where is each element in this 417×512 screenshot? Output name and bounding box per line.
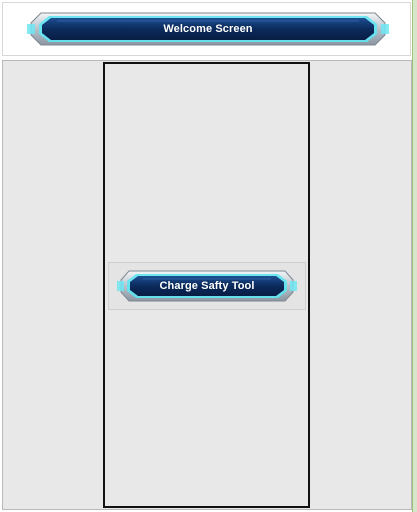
welcome-screen-button[interactable]: Welcome Screen — [27, 10, 389, 48]
center-column: Charge Safty Tool — [103, 62, 310, 508]
page: Welcome Screen Charge Safty Tool — [0, 0, 417, 512]
window-edge — [412, 0, 417, 512]
charge-safty-tool-label: Charge Safty Tool — [159, 280, 255, 292]
main-panel: Charge Safty Tool — [2, 60, 412, 510]
button-container: Charge Safty Tool — [108, 262, 306, 310]
welcome-screen-label: Welcome Screen — [163, 23, 253, 35]
charge-safty-tool-button[interactable]: Charge Safty Tool — [117, 268, 297, 304]
right-column — [310, 61, 411, 509]
header-bar: Welcome Screen — [2, 2, 411, 56]
left-column — [3, 61, 103, 509]
